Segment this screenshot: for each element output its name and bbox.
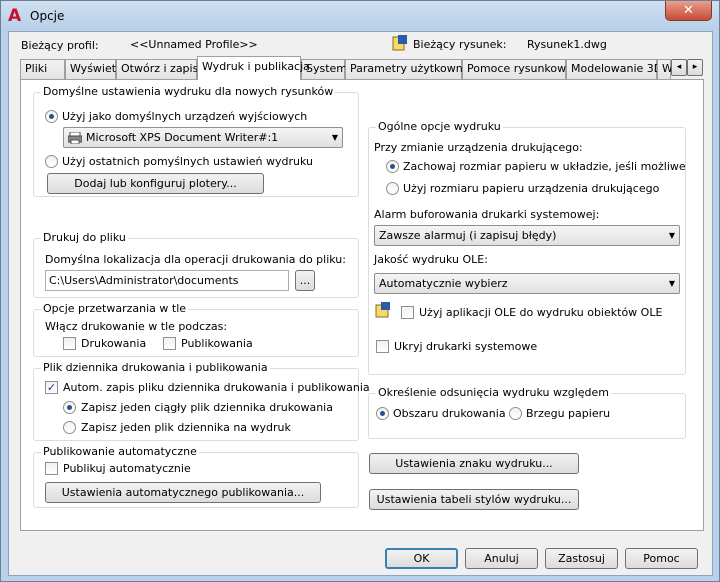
general-print-options-title: Ogólne opcje wydruku — [376, 120, 503, 133]
help-button[interactable]: Pomoc — [625, 548, 698, 569]
auto-publish-label: Publikuj automatycznie — [63, 462, 191, 475]
keep-paper-size-radio[interactable] — [386, 160, 399, 173]
ok-button[interactable]: OK — [385, 548, 458, 569]
printable-area-label: Obszaru drukowania — [393, 407, 506, 420]
output-device-value: Microsoft XPS Document Writer#:1 — [86, 131, 279, 144]
use-ole-app-checkbox[interactable] — [401, 306, 414, 319]
hide-system-printers-checkbox[interactable] — [376, 340, 389, 353]
window-title: Opcje — [30, 9, 65, 23]
auto-save-log-checkbox[interactable]: ✓ — [45, 381, 58, 394]
background-enable-label: Włącz drukowanie w tle podczas: — [45, 320, 228, 333]
title-bar[interactable]: A Opcje ✕ — [1, 1, 719, 31]
spool-alert-value: Zawsze alarmuj (i zapisuj błędy) — [379, 229, 557, 242]
tab-wybory-partial[interactable]: W — [657, 59, 673, 79]
tab-scroll-left-button[interactable]: ◂ — [671, 59, 687, 76]
browse-button[interactable]: ... — [295, 270, 315, 291]
per-plot-log-radio[interactable] — [63, 421, 76, 434]
spool-alert-label: Alarm buforowania drukarki systemowej: — [374, 208, 600, 221]
tab-pomoce-rysunkowe[interactable]: Pomoce rysunkowe — [462, 59, 573, 79]
current-profile-label: Bieżący profil: — [21, 39, 99, 52]
background-printing-label: Drukowania — [81, 337, 147, 350]
ole-quality-value: Automatycznie wybierz — [379, 277, 508, 290]
device-paper-size-label: Użyj rozmiaru papieru urządzenia drukują… — [403, 182, 660, 195]
background-processing-title: Opcje przetwarzania w tle — [41, 302, 189, 315]
auto-publish-title: Publikowanie automatyczne — [41, 445, 199, 458]
drawing-file-icon — [392, 35, 408, 51]
printable-area-radio[interactable] — [376, 407, 389, 420]
single-log-label: Zapisz jeden ciągły plik dziennika druko… — [81, 401, 333, 414]
tab-parametry-uzytkownika[interactable]: Parametry użytkownika — [345, 59, 479, 79]
print-to-file-location-label: Domyślna lokalizacja dla operacji drukow… — [45, 253, 346, 266]
ole-quality-select[interactable]: Automatycznie wybierz ▼ — [374, 273, 680, 294]
background-printing-checkbox[interactable] — [63, 337, 76, 350]
default-device-label: Użyj jako domyślnych urządzeń wyjściowyc… — [62, 110, 308, 123]
auto-publish-settings-button[interactable]: Ustawienia automatycznego publikowania..… — [45, 482, 321, 503]
tab-scroll-right-button[interactable]: ▸ — [687, 59, 703, 76]
default-device-radio[interactable] — [45, 110, 58, 123]
tab-panel-wydruk: Domyślne ustawienia wydruku dla nowych r… — [20, 79, 704, 531]
paper-edge-radio[interactable] — [509, 407, 522, 420]
default-print-settings-title: Domyślne ustawienia wydruku dla nowych r… — [41, 85, 336, 98]
tab-otworz-i-zapisz[interactable]: Otwórz i zapisz — [116, 59, 204, 79]
print-to-file-path-input[interactable]: C:\Users\Administrator\documents — [45, 270, 289, 291]
dialog-body: Bieżący profil: <<Unnamed Profile>> Bież… — [8, 31, 713, 576]
keep-paper-size-label: Zachowaj rozmiar papieru w układzie, jeś… — [403, 160, 686, 173]
plot-offset-title: Określenie odsunięcia wydruku względem — [376, 386, 611, 399]
close-button[interactable]: ✕ — [665, 1, 712, 21]
tab-wydruk-i-publikacja[interactable]: Wydruk i publikacja — [197, 56, 310, 80]
options-dialog: A Opcje ✕ Bieżący profil: <<Unnamed Prof… — [0, 0, 720, 582]
single-log-radio[interactable] — [63, 401, 76, 414]
use-ole-app-label: Użyj aplikacji OLE do wydruku obiektów O… — [419, 306, 663, 319]
autocad-app-icon: A — [8, 6, 22, 26]
ole-quality-label: Jakość wydruku OLE: — [374, 253, 488, 266]
printer-icon — [67, 131, 83, 145]
tab-modelowanie-3d[interactable]: Modelowanie 3D — [566, 59, 662, 79]
background-publishing-label: Publikowania — [181, 337, 253, 350]
ole-object-icon — [375, 302, 391, 318]
spool-alert-select[interactable]: Zawsze alarmuj (i zapisuj błędy) ▼ — [374, 225, 680, 246]
tab-pliki[interactable]: Pliki — [20, 59, 65, 79]
plot-style-table-settings-button[interactable]: Ustawienia tabeli stylów wydruku... — [369, 489, 579, 510]
last-successful-label: Użyj ostatnich pomyślnych ustawień wydru… — [62, 155, 314, 168]
chevron-down-icon: ▼ — [668, 231, 675, 240]
tab-wyswietl[interactable]: Wyświetl — [65, 59, 119, 79]
current-profile-value: <<Unnamed Profile>> — [130, 38, 258, 51]
output-device-select[interactable]: Microsoft XPS Document Writer#:1 ▼ — [63, 127, 343, 148]
device-paper-size-radio[interactable] — [386, 182, 399, 195]
print-to-file-title: Drukuj do pliku — [41, 231, 128, 244]
background-publishing-checkbox[interactable] — [163, 337, 176, 350]
change-device-label: Przy zmianie urządzenia drukującego: — [374, 141, 583, 154]
chevron-down-icon: ▼ — [668, 279, 675, 288]
hide-system-printers-label: Ukryj drukarki systemowe — [394, 340, 538, 353]
per-plot-log-label: Zapisz jeden plik dziennika na wydruk — [81, 421, 291, 434]
plot-stamp-settings-button[interactable]: Ustawienia znaku wydruku... — [369, 453, 579, 474]
cancel-button[interactable]: Anuluj — [465, 548, 538, 569]
auto-publish-checkbox[interactable] — [45, 462, 58, 475]
last-successful-radio[interactable] — [45, 155, 58, 168]
log-file-title: Plik dziennika drukowania i publikowania — [41, 361, 270, 374]
paper-edge-label: Brzegu papieru — [526, 407, 611, 420]
current-drawing-label: Bieżący rysunek: — [413, 38, 507, 51]
apply-button[interactable]: Zastosuj — [545, 548, 618, 569]
chevron-down-icon: ▼ — [331, 133, 338, 142]
current-drawing-value: Rysunek1.dwg — [527, 38, 607, 51]
auto-save-log-label: Autom. zapis pliku dziennika drukowania … — [63, 381, 370, 394]
add-configure-plotters-button[interactable]: Dodaj lub konfiguruj plotery... — [47, 173, 264, 194]
